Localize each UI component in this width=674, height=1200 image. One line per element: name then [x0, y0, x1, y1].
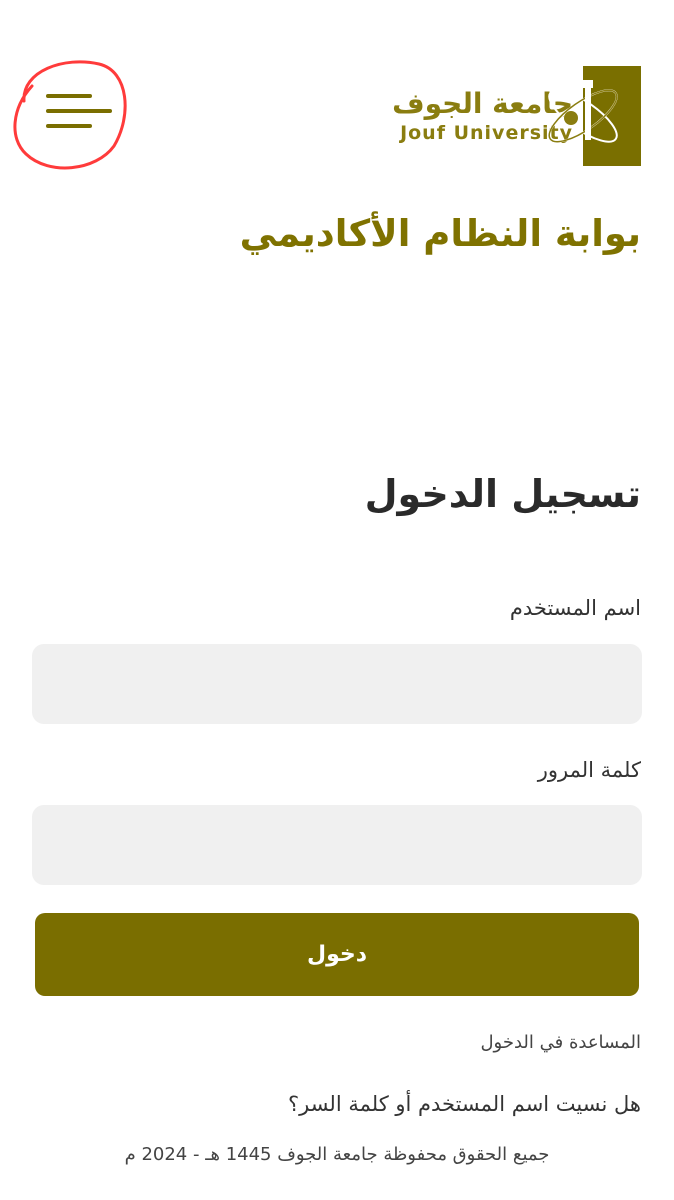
username-input[interactable] — [32, 644, 642, 724]
login-heading: تسجيل الدخول — [364, 472, 641, 516]
menu-button[interactable] — [13, 60, 127, 170]
forgot-credentials-link[interactable]: هل نسيت اسم المستخدم أو كلمة السر؟ — [288, 1092, 641, 1116]
login-button[interactable]: دخول — [35, 913, 639, 996]
hamburger-menu-icon — [13, 60, 127, 170]
university-logo: جامعة الجوف Jouf University — [361, 66, 641, 166]
password-input[interactable] — [32, 805, 642, 885]
password-label: كلمة المرور — [537, 758, 641, 782]
username-label: اسم المستخدم — [509, 596, 641, 620]
atom-logo-icon — [548, 66, 641, 166]
login-page: جامعة الجوف Jouf University بوابة النظام… — [0, 0, 674, 1200]
login-help-link[interactable]: المساعدة في الدخول — [480, 1032, 641, 1053]
copyright-footer: جميع الحقوق محفوظة جامعة الجوف 1445 هـ -… — [124, 1144, 550, 1165]
portal-title: بوابة النظام الأكاديمي — [239, 212, 641, 255]
